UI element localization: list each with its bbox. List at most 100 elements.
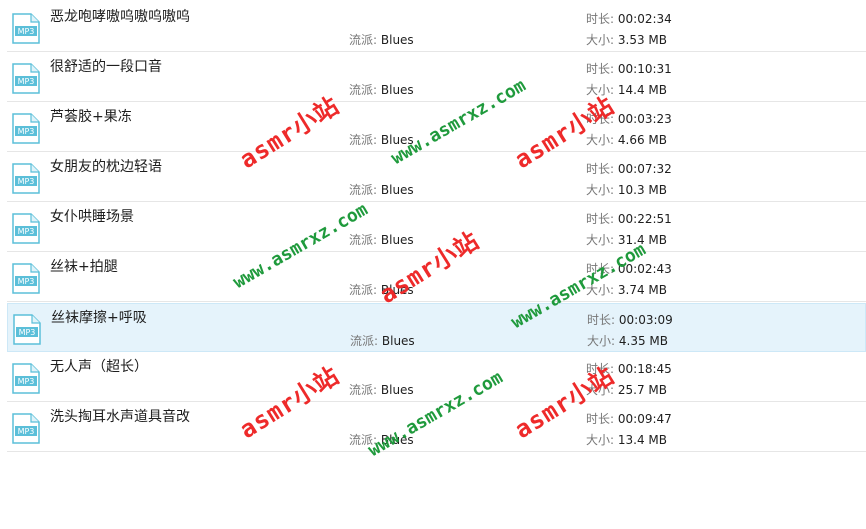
genre-value: Blues <box>381 334 415 348</box>
genre-value: Blues <box>380 133 414 147</box>
duration-info: 时长: 00:02:34 <box>586 10 672 27</box>
genre-info: 流派: Blues <box>349 231 414 248</box>
size-info: 大小: 14.4 MB <box>586 81 667 98</box>
size-label: 大小: <box>586 183 615 197</box>
size-value: 31.4 MB <box>617 233 667 247</box>
genre-info: 流派: Blues <box>349 381 414 398</box>
file-row[interactable]: MP3 女仆哄睡场景流派: Blues 时长: 00:22:51 大小: 31.4 M… <box>7 203 866 252</box>
file-title: 芦荟胶+果冻 <box>50 109 132 125</box>
genre-label: 流派: <box>350 334 379 348</box>
duration-value: 00:10:31 <box>617 62 672 76</box>
size-info: 大小: 25.7 MB <box>586 381 667 398</box>
mp3-file-icon: MP3 <box>12 163 40 194</box>
size-label: 大小: <box>586 433 615 447</box>
file-title: 丝袜+拍腿 <box>50 259 118 275</box>
genre-label: 流派: <box>349 433 378 447</box>
mp3-file-icon: MP3 <box>12 263 40 294</box>
mp3-icon-text: MP3 <box>18 377 35 386</box>
mp3-icon-text: MP3 <box>18 27 35 36</box>
mp3-icon-text: MP3 <box>18 427 35 436</box>
genre-value: Blues <box>380 283 414 297</box>
size-label: 大小: <box>586 383 615 397</box>
mp3-file-icon: MP3 <box>12 413 40 444</box>
mp3-icon-text: MP3 <box>18 227 35 236</box>
file-row[interactable]: MP3 丝袜摩擦+呼吸流派: Blues 时长: 00:03:09 大小: 4.35 … <box>7 303 866 352</box>
size-value: 13.4 MB <box>617 433 667 447</box>
genre-info: 流派: Blues <box>349 131 414 148</box>
duration-label: 时长: <box>586 212 615 226</box>
duration-info: 时长: 00:18:45 <box>586 360 672 377</box>
genre-info: 流派: Blues <box>349 81 414 98</box>
size-value: 4.35 MB <box>618 334 668 348</box>
mp3-icon-text: MP3 <box>18 127 35 136</box>
size-value: 4.66 MB <box>617 133 667 147</box>
genre-value: Blues <box>380 83 414 97</box>
genre-info: 流派: Blues <box>350 332 415 349</box>
file-title: 女仆哄睡场景 <box>50 209 134 225</box>
file-title: 恶龙咆哮嗷呜嗷呜嗷呜 <box>50 9 190 25</box>
file-title: 无人声（超长） <box>50 359 148 375</box>
genre-label: 流派: <box>349 233 378 247</box>
file-row[interactable]: MP3 无人声（超长） 流派: Blues 时长: 00:18:45 大小: 25.7 … <box>7 353 866 402</box>
mp3-file-icon: MP3 <box>12 13 40 44</box>
mp3-icon-text: MP3 <box>18 177 35 186</box>
duration-info: 时长: 00:03:23 <box>586 110 672 127</box>
file-row[interactable]: MP3 洗头掏耳水声道具音改流派: Blues 时长: 00:09:47 大小: 13… <box>7 403 866 452</box>
duration-label: 时长: <box>586 12 615 26</box>
size-info: 大小: 4.35 MB <box>587 332 668 349</box>
duration-info: 时长: 00:22:51 <box>586 210 672 227</box>
duration-label: 时长: <box>586 112 615 126</box>
mp3-icon-text: MP3 <box>18 77 35 86</box>
duration-info: 时长: 00:02:43 <box>586 260 672 277</box>
genre-value: Blues <box>380 433 414 447</box>
file-row[interactable]: MP3 丝袜+拍腿流派: Blues 时长: 00:02:43 大小: 3.74 MB <box>7 253 866 302</box>
file-row[interactable]: MP3 芦荟胶+果冻流派: Blues 时长: 00:03:23 大小: 4.66 M… <box>7 103 866 152</box>
duration-info: 时长: 00:03:09 <box>587 311 673 328</box>
file-title: 洗头掏耳水声道具音改 <box>50 409 190 425</box>
file-row[interactable]: MP3 女朋友的枕边轻语 流派: Blues 时长: 00:07:32 大小: 10.3… <box>7 153 866 202</box>
duration-label: 时长: <box>586 362 615 376</box>
size-value: 25.7 MB <box>617 383 667 397</box>
duration-value: 00:07:32 <box>617 162 672 176</box>
size-value: 14.4 MB <box>617 83 667 97</box>
size-label: 大小: <box>586 33 615 47</box>
mp3-file-icon: MP3 <box>12 63 40 94</box>
duration-value: 00:18:45 <box>617 362 672 376</box>
file-row[interactable]: MP3 很舒适的一段口音 流派: Blues 时长: 00:10:31 大小: 14.4… <box>7 53 866 102</box>
genre-label: 流派: <box>349 383 378 397</box>
size-info: 大小: 31.4 MB <box>586 231 667 248</box>
genre-info: 流派: Blues <box>349 431 414 448</box>
genre-value: Blues <box>380 33 414 47</box>
genre-info: 流派: Blues <box>349 31 414 48</box>
mp3-file-icon: MP3 <box>12 113 40 144</box>
size-value: 10.3 MB <box>617 183 667 197</box>
size-value: 3.74 MB <box>617 283 667 297</box>
file-title: 很舒适的一段口音 <box>50 59 162 75</box>
size-info: 大小: 10.3 MB <box>586 181 667 198</box>
mp3-file-icon: MP3 <box>12 363 40 394</box>
duration-info: 时长: 00:09:47 <box>586 410 672 427</box>
mp3-file-icon: MP3 <box>13 314 41 345</box>
size-info: 大小: 3.74 MB <box>586 281 667 298</box>
genre-value: Blues <box>380 233 414 247</box>
size-label: 大小: <box>586 133 615 147</box>
duration-label: 时长: <box>587 313 616 327</box>
duration-value: 00:02:43 <box>617 262 672 276</box>
duration-value: 00:02:34 <box>617 12 672 26</box>
duration-info: 时长: 00:07:32 <box>586 160 672 177</box>
genre-label: 流派: <box>349 33 378 47</box>
file-title: 丝袜摩擦+呼吸 <box>51 310 147 326</box>
genre-value: Blues <box>380 383 414 397</box>
mp3-icon-text: MP3 <box>19 328 36 337</box>
size-value: 3.53 MB <box>617 33 667 47</box>
genre-info: 流派: Blues <box>349 281 414 298</box>
mp3-file-icon: MP3 <box>12 213 40 244</box>
size-info: 大小: 13.4 MB <box>586 431 667 448</box>
size-label: 大小: <box>586 83 615 97</box>
file-row[interactable]: MP3 恶龙咆哮嗷呜嗷呜嗷呜 流派: Blues 时长: 00:02:34 大小: 3.… <box>7 3 866 52</box>
genre-label: 流派: <box>349 133 378 147</box>
size-label: 大小: <box>586 233 615 247</box>
duration-label: 时长: <box>586 162 615 176</box>
size-label: 大小: <box>586 283 615 297</box>
genre-label: 流派: <box>349 183 378 197</box>
